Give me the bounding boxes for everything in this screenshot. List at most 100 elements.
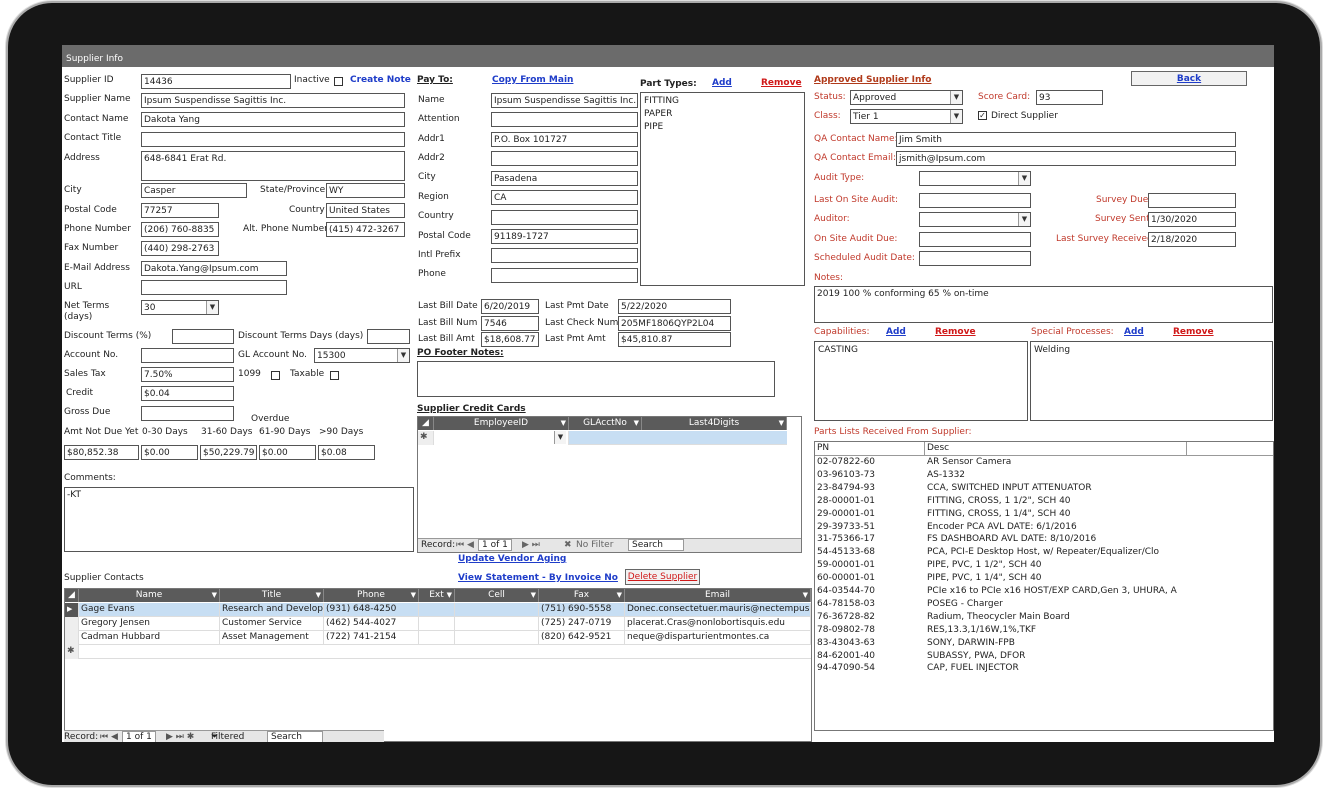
payto-country-field[interactable]: [491, 210, 638, 225]
payto-addr1-field[interactable]: P.O. Box 101727: [491, 132, 638, 147]
part-number-cell[interactable]: 29-00001-01: [815, 508, 925, 522]
supplier-id-field[interactable]: 14436: [141, 74, 291, 89]
new-record-row[interactable]: ✱: [65, 645, 811, 659]
account-no-field[interactable]: [141, 348, 234, 363]
class-select[interactable]: Tier 1 ▼: [850, 109, 963, 124]
aging-31-60-field[interactable]: $50,229.79: [200, 445, 257, 460]
payto-postal-field[interactable]: 91189-1727: [491, 229, 638, 244]
part-desc-cell[interactable]: FS DASHBOARD AVL DATE: 8/10/2016: [925, 533, 1187, 547]
delete-supplier-button[interactable]: Delete Supplier: [625, 569, 700, 585]
part-desc-cell[interactable]: FITTING, CROSS, 1 1/2", SCH 40: [925, 495, 1187, 509]
auditor-select[interactable]: ▼: [919, 212, 1031, 227]
part-desc-cell[interactable]: PIPE, PVC, 1 1/4", SCH 40: [925, 572, 1187, 586]
gross-due-field[interactable]: [141, 406, 234, 421]
special-processes-add-link[interactable]: Add: [1124, 327, 1144, 337]
payto-intl-prefix-field[interactable]: [491, 248, 638, 263]
part-number-cell[interactable]: 31-75366-17: [815, 533, 925, 547]
part-types-add-link[interactable]: Add: [712, 78, 732, 88]
part-desc-cell[interactable]: POSEG - Charger: [925, 598, 1187, 612]
part-number-cell[interactable]: 64-78158-03: [815, 598, 925, 612]
no-filter-label[interactable]: No Filter: [576, 540, 613, 550]
fax-field[interactable]: (440) 298-2763: [141, 241, 219, 256]
list-item[interactable]: PIPE: [644, 121, 801, 134]
sort-arrow-icon[interactable]: ▼: [212, 589, 217, 602]
postal-field[interactable]: 77257: [141, 203, 219, 218]
table-row[interactable]: 31-75366-17 FS DASHBOARD AVL DATE: 8/10/2…: [815, 533, 1273, 546]
sort-arrow-icon[interactable]: ▼: [561, 417, 566, 430]
sort-arrow-icon[interactable]: ▼: [411, 589, 416, 602]
survey-sent-field[interactable]: 1/30/2020: [1148, 212, 1236, 227]
column-header[interactable]: GLAcctNo ▼: [569, 417, 642, 430]
supplier-name-field[interactable]: Ipsum Suspendisse Sagittis Inc.: [141, 93, 405, 108]
column-header[interactable]: Fax ▼: [539, 589, 625, 602]
contact-name-field[interactable]: Dakota Yang: [141, 112, 405, 127]
table-row[interactable]: 02-07822-60 AR Sensor Camera: [815, 456, 1273, 469]
part-number-cell[interactable]: 64-03544-70: [815, 585, 925, 599]
update-vendor-aging-link[interactable]: Update Vendor Aging: [458, 554, 566, 564]
table-row[interactable]: 60-00001-01 PIPE, PVC, 1 1/4", SCH 40: [815, 572, 1273, 585]
chevron-down-icon[interactable]: ▼: [1018, 213, 1030, 226]
alt-phone-field[interactable]: (415) 472-3267: [326, 222, 405, 237]
direct-supplier-checkbox[interactable]: ✓: [978, 111, 987, 120]
state-field[interactable]: WY: [326, 183, 405, 198]
back-button[interactable]: Back: [1131, 71, 1247, 86]
part-desc-cell[interactable]: CCA, SWITCHED INPUT ATTENUATOR: [925, 482, 1187, 496]
part-desc-cell[interactable]: Radium, Theocycler Main Board: [925, 611, 1187, 625]
table-row[interactable]: 84-62001-40 SUBASSY, PWA, DFOR: [815, 650, 1273, 663]
contact-email-cell[interactable]: Donec.consectetuer.mauris@nectempus: [625, 603, 811, 617]
part-desc-cell[interactable]: SUBASSY, PWA, DFOR: [925, 650, 1187, 664]
contact-cell-cell[interactable]: [455, 603, 539, 617]
scheduled-field[interactable]: [919, 251, 1031, 266]
search-field[interactable]: Search: [267, 731, 323, 742]
next-record-icon[interactable]: ▶ ⏭ ✱: [166, 732, 194, 742]
contact-fax-cell[interactable]: (751) 690-5558: [539, 603, 625, 617]
capabilities-remove-link[interactable]: Remove: [935, 327, 976, 337]
part-number-cell[interactable]: 59-00001-01: [815, 559, 925, 573]
select-all-corner[interactable]: ◢: [65, 589, 79, 602]
contact-phone-cell[interactable]: (722) 741-2154: [324, 631, 419, 645]
sort-arrow-icon[interactable]: ▼: [779, 417, 784, 430]
part-number-cell[interactable]: 23-84794-93: [815, 482, 925, 496]
part-number-cell[interactable]: 02-07822-60: [815, 456, 925, 470]
part-number-cell[interactable]: 03-96103-73: [815, 469, 925, 483]
country-field[interactable]: United States: [326, 203, 405, 218]
last-on-site-field[interactable]: [919, 193, 1031, 208]
chevron-down-icon[interactable]: ▼: [206, 301, 218, 314]
table-row[interactable]: 28-00001-01 FITTING, CROSS, 1 1/2", SCH 4…: [815, 495, 1273, 508]
survey-due-field[interactable]: [1148, 193, 1236, 208]
part-number-cell[interactable]: 94-47090-54: [815, 662, 925, 676]
credit-field[interactable]: $0.04: [141, 386, 234, 401]
create-note-link[interactable]: Create Note: [350, 75, 411, 85]
contact-ext-cell[interactable]: [419, 603, 455, 617]
part-number-cell[interactable]: 29-39733-51: [815, 521, 925, 535]
part-desc-cell[interactable]: RES,13.3,1/16W,1%,TKF: [925, 624, 1187, 638]
record-position[interactable]: 1 of 1: [122, 731, 156, 742]
last-pmt-amt-field[interactable]: $45,810.87: [618, 332, 731, 347]
po-footer-field[interactable]: [417, 361, 775, 397]
special-processes-list[interactable]: Welding: [1030, 341, 1273, 421]
sort-arrow-icon[interactable]: ▼: [316, 589, 321, 602]
part-number-cell[interactable]: 60-00001-01: [815, 572, 925, 586]
contact-cell-cell[interactable]: [455, 631, 539, 645]
notes-field[interactable]: 2019 100 % conforming 65 % on-time: [814, 286, 1273, 323]
column-header[interactable]: Last4Digits ▼: [642, 417, 787, 430]
last-bill-date-field[interactable]: 6/20/2019: [481, 299, 539, 314]
email-field[interactable]: Dakota.Yang@Ipsum.com: [141, 261, 287, 276]
capabilities-add-link[interactable]: Add: [886, 327, 906, 337]
city-field[interactable]: Casper: [141, 183, 247, 198]
aging-90-field[interactable]: $0.08: [318, 445, 375, 460]
row-selector[interactable]: [65, 617, 79, 631]
table-row[interactable]: 23-84794-93 CCA, SWITCHED INPUT ATTENUATO…: [815, 482, 1273, 495]
column-header[interactable]: Cell ▼: [455, 589, 539, 602]
aging-61-90-field[interactable]: $0.00: [259, 445, 316, 460]
contact-email-cell[interactable]: placerat.Cras@nonlobortisquis.edu: [625, 617, 811, 631]
part-desc-cell[interactable]: CAP, FUEL INJECTOR: [925, 662, 1187, 676]
table-row[interactable]: 59-00001-01 PIPE, PVC, 1 1/2", SCH 40: [815, 559, 1273, 572]
contact-ext-cell[interactable]: [419, 617, 455, 631]
part-desc-cell[interactable]: PCA, PCI-E Desktop Host, w/ Repeater/Equ…: [925, 546, 1187, 560]
contact-name-cell[interactable]: Gregory Jensen: [79, 617, 220, 631]
contact-name-cell[interactable]: Gage Evans: [79, 603, 220, 617]
contact-title-cell[interactable]: Customer Service: [220, 617, 324, 631]
qa-contact-email-field[interactable]: jsmith@Ipsum.com: [896, 151, 1236, 166]
record-position[interactable]: 1 of 1: [478, 539, 512, 551]
